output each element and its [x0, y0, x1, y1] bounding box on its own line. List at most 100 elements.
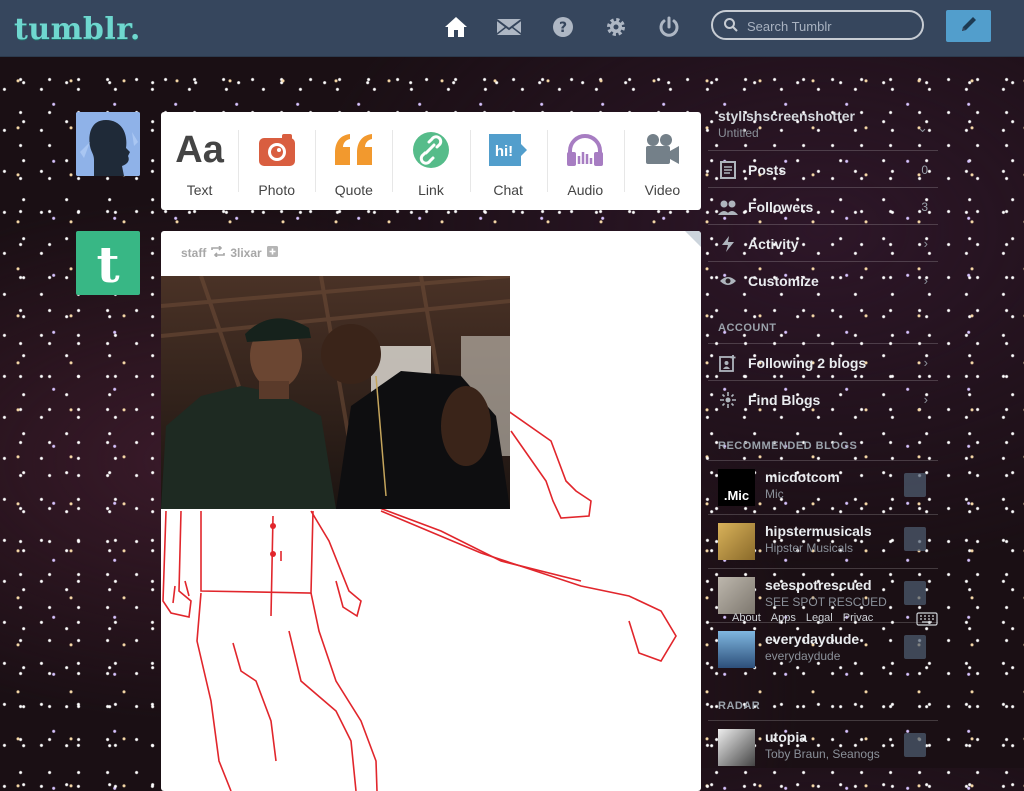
pencil-icon: [959, 14, 979, 39]
sidebar-item-label: Find Blogs: [748, 391, 821, 408]
radar-blog[interactable]: utopia Toby Braun, Seanogs: [708, 720, 938, 775]
post-author[interactable]: staff: [181, 246, 206, 260]
footer-links: About Apps Legal Privac: [732, 612, 873, 624]
text-icon: Aa: [175, 128, 224, 171]
sidebar-item-customize[interactable]: Customize ›: [708, 261, 938, 299]
post-type-label: Audio: [567, 182, 604, 198]
footer-link-about[interactable]: About: [732, 612, 761, 624]
recommended-blog-title: everydaydude: [765, 649, 841, 663]
follow-button[interactable]: [904, 527, 926, 551]
sidebar-item-label: Followers: [748, 198, 814, 215]
reblogged-from[interactable]: 3lixar: [230, 246, 261, 260]
recommended-blog-name[interactable]: micdotcom: [765, 469, 840, 485]
posts-icon: [708, 160, 748, 179]
chevron-right-icon: ›: [923, 273, 928, 288]
gear-icon[interactable]: [603, 14, 629, 40]
sidebar-item-posts[interactable]: Posts 0: [708, 150, 938, 188]
post-type-chat[interactable]: hi! Chat: [469, 112, 547, 210]
blog-subtitle: Untitled: [718, 126, 759, 140]
post-type-label: Quote: [334, 182, 373, 198]
post-header: staff 3lixar: [181, 245, 278, 260]
post-type-label: Text: [186, 182, 213, 198]
search-input[interactable]: [745, 16, 919, 36]
posts-count: 0: [921, 162, 928, 177]
follow-button[interactable]: [904, 733, 926, 757]
chevron-right-icon: ›: [923, 392, 928, 407]
compose-button[interactable]: [946, 10, 991, 42]
chevron-down-icon[interactable]: ⌄: [917, 120, 928, 136]
user-avatar[interactable]: [76, 112, 140, 176]
post-fold-corner: [685, 231, 701, 247]
quote-icon: [333, 128, 375, 172]
blog-avatar[interactable]: [718, 577, 755, 614]
post-type-label: Video: [644, 182, 681, 198]
chevron-right-icon: ›: [923, 236, 928, 251]
recommended-blog-name[interactable]: everydaydude: [765, 631, 859, 647]
sidebar-item-following[interactable]: Following 2 blogs ›: [708, 343, 938, 381]
home-icon[interactable]: [443, 14, 469, 40]
footer-link-privacy[interactable]: Privac: [843, 612, 874, 624]
headphones-icon: [565, 128, 605, 172]
link-icon: [412, 128, 450, 172]
post-type-label: Link: [418, 182, 444, 198]
find-blogs-icon: [708, 391, 748, 409]
help-icon[interactable]: ?: [550, 14, 576, 40]
followers-count: 3: [921, 199, 928, 214]
recommended-blog-title: Hipster Musicals: [765, 541, 854, 555]
search-icon: [724, 18, 738, 37]
sidebar-item-followers[interactable]: Followers 3: [708, 187, 938, 225]
blog-avatar[interactable]: [718, 729, 755, 766]
mail-icon[interactable]: [496, 14, 522, 40]
footer-link-legal[interactable]: Legal: [806, 612, 833, 624]
post-type-quote[interactable]: Quote: [315, 112, 392, 210]
activity-icon: [708, 235, 748, 253]
follow-button[interactable]: [904, 473, 926, 497]
camera-icon: [258, 128, 296, 172]
post-photo[interactable]: [161, 276, 510, 509]
blog-avatar[interactable]: [718, 631, 755, 668]
recommended-blog[interactable]: .Mic micdotcom Mic: [708, 460, 938, 515]
staff-avatar[interactable]: t: [76, 231, 140, 295]
dashboard-post: staff 3lixar: [161, 231, 701, 791]
follow-button[interactable]: [904, 635, 926, 659]
sidebar-item-label: Following 2 blogs: [748, 354, 867, 371]
radar-blog-title: Toby Braun, Seanogs: [765, 747, 880, 761]
post-type-link[interactable]: Link: [392, 112, 469, 210]
video-camera-icon: [643, 128, 681, 172]
recommended-blog[interactable]: hipstermusicals Hipster Musicals: [708, 514, 938, 569]
tumblr-logo[interactable]: tumblr.: [14, 12, 141, 47]
post-type-audio[interactable]: Audio: [546, 112, 624, 210]
recommended-blog[interactable]: everydaydude everydaydude: [708, 622, 938, 677]
reblog-icon: [211, 245, 226, 260]
footer-link-apps[interactable]: Apps: [771, 612, 796, 624]
search-box[interactable]: [711, 10, 924, 40]
sidebar-item-activity[interactable]: Activity ›: [708, 224, 938, 262]
recommended-heading: RECOMMENDED BLOGS: [718, 440, 858, 452]
recommended-blog-name[interactable]: seespotrescued: [765, 577, 872, 593]
following-icon: [708, 354, 748, 372]
post-type-text[interactable]: Aa Text: [161, 112, 238, 210]
power-icon[interactable]: [656, 14, 682, 40]
sidebar-item-find-blogs[interactable]: Find Blogs ›: [708, 380, 938, 418]
top-header: tumblr. ?: [0, 0, 1024, 57]
sidebar-item-label: Customize: [748, 272, 819, 289]
account-heading: ACCOUNT: [718, 322, 777, 334]
post-type-video[interactable]: Video: [623, 112, 701, 210]
radar-heading: RADAR: [718, 700, 761, 712]
sidebar-item-label: Activity: [748, 235, 799, 252]
svg-text:t: t: [96, 238, 119, 288]
follow-plus-icon[interactable]: [266, 246, 278, 260]
eye-icon: [708, 275, 748, 287]
blog-avatar[interactable]: .Mic: [718, 469, 755, 506]
radar-blog-name[interactable]: utopia: [765, 729, 807, 745]
recommended-blog-name[interactable]: hipstermusicals: [765, 523, 872, 539]
avatar-text: .Mic: [723, 488, 750, 503]
follow-button[interactable]: [904, 581, 926, 605]
recommended-blog-title: Mic: [765, 487, 784, 501]
chat-icon: hi!: [487, 128, 529, 172]
blog-name[interactable]: stylishscreenshotter: [718, 108, 855, 124]
sidebar-item-label: Posts: [748, 161, 787, 178]
blog-avatar[interactable]: [718, 523, 755, 560]
post-type-photo[interactable]: Photo: [238, 112, 315, 210]
keyboard-icon[interactable]: [916, 612, 938, 631]
